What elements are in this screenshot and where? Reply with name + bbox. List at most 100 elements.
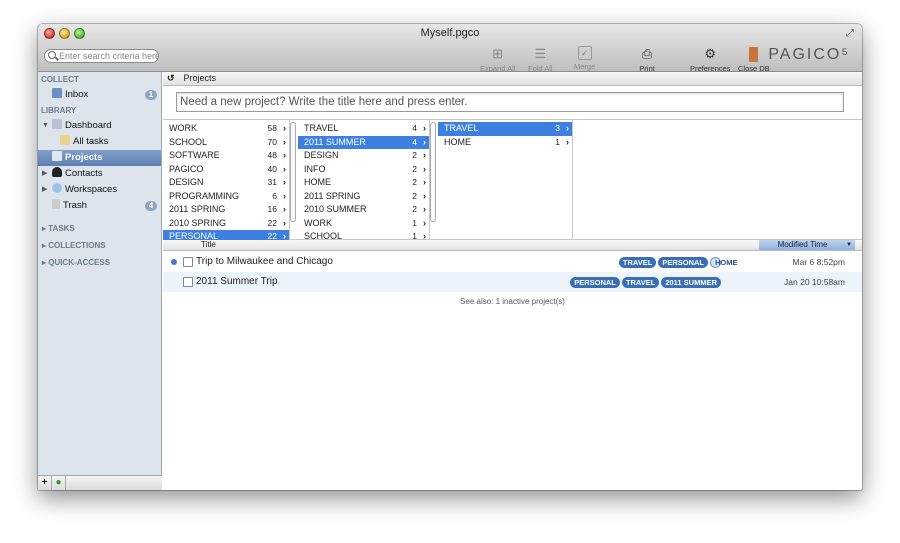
tag[interactable]: PERSONAL (658, 257, 708, 268)
new-project-input[interactable]: Need a new project? Write the title here… (176, 92, 844, 112)
inbox-badge: 1 (145, 90, 157, 100)
browser-item[interactable]: INFO 2 › (298, 163, 429, 177)
tag[interactable]: PERSONAL (570, 277, 620, 288)
app-window: Myself.pgco ⤢ Enter search criteria here… (38, 24, 862, 490)
browser-item-count: 2 (412, 150, 417, 160)
chevron-right-icon: › (423, 177, 426, 187)
add-button[interactable]: + (38, 476, 52, 490)
modified-date: Jan 20 10:58am (784, 277, 845, 287)
chevron-right-icon: › (283, 217, 286, 228)
disclosure-closed-icon[interactable]: ▶ (42, 182, 47, 198)
preferences-button[interactable]: ⚙ Preferences (690, 46, 730, 73)
merge-icon: ✓ (577, 46, 592, 60)
chevron-right-icon: › (283, 177, 286, 187)
app-logo: PAGICO⁵ (768, 46, 850, 63)
disclosure-open-icon[interactable]: ▼ (42, 118, 49, 134)
see-also-link[interactable]: See also: 1 inactive project(s) (163, 297, 862, 306)
print-button[interactable]: ⎙ Print (638, 46, 656, 73)
browser-item-count: 40 (267, 163, 277, 174)
browser-item-label: SOFTWARE (169, 150, 220, 160)
person-icon (52, 167, 62, 177)
browser-item-label: 2010 SPRING (169, 217, 227, 228)
close-db-button[interactable]: Close DB (738, 46, 770, 73)
tag[interactable]: TRAVEL (618, 257, 657, 268)
browser-item[interactable]: WORK 1 › (298, 217, 429, 231)
tag[interactable]: TRAVEL (621, 277, 660, 288)
sidebar-item-inbox[interactable]: Inbox 1 (38, 87, 161, 103)
modified-time-label: Modified Time (777, 240, 828, 249)
scrollbar[interactable] (430, 122, 436, 222)
chevron-right-icon: › (423, 217, 426, 228)
collect-header: COLLECT (41, 75, 79, 84)
sidebar-item-contacts[interactable]: ▶ Contacts (38, 166, 161, 182)
expand-all-button[interactable]: ⊞ Expand All (480, 46, 515, 73)
browser-item-label: WORK (304, 217, 332, 228)
browser-item[interactable]: SOFTWARE 48 › (163, 149, 289, 163)
search-icon (48, 51, 56, 59)
browser-item[interactable]: 2010 SPRING 22 › (163, 217, 289, 231)
breadcrumb: ↺ Projects (163, 72, 862, 86)
sidebar-item-dashboard[interactable]: ▼ Dashboard (38, 118, 161, 134)
sync-status-icon[interactable]: ● (52, 476, 66, 490)
projects-icon (52, 151, 62, 161)
browser-item[interactable]: DESIGN 2 › (298, 149, 429, 163)
browser-item[interactable]: HOME 2 › (298, 176, 429, 190)
fullscreen-icon[interactable]: ⤢ (846, 28, 856, 39)
browser-item[interactable]: SCHOOL 70 › (163, 136, 289, 150)
column-title[interactable]: Title (201, 240, 216, 250)
tag[interactable]: HOME (710, 257, 738, 268)
browser-item[interactable]: 2011 SPRING 16 › (163, 203, 289, 217)
browser-item[interactable]: 2010 SUMMER 2 › (298, 203, 429, 217)
browser-item-count: 2 (412, 163, 417, 174)
browser-item-count: 2 (412, 177, 417, 187)
search-input[interactable]: Enter search criteria here (44, 49, 159, 63)
sidebar-section-collections[interactable]: ▸ COLLECTIONS (38, 237, 161, 254)
browser-item[interactable]: TRAVEL 3 › (438, 122, 572, 136)
sidebar-item-trash[interactable]: Trash 4 (38, 198, 161, 214)
browser-item-label: PAGICO (169, 163, 204, 174)
tag[interactable]: 2011 SUMMER (661, 277, 721, 288)
back-icon[interactable]: ↺ (167, 72, 181, 85)
browser-item-label: 2011 SUMMER (304, 136, 366, 147)
tag-group: PERSONAL TRAVEL 2011 SUMMER (570, 277, 721, 288)
list-item[interactable]: 2011 Summer Trip PERSONAL TRAVEL 2011 SU… (163, 272, 862, 292)
chevron-right-icon: › (423, 204, 426, 214)
sort-desc-icon: ▼ (846, 242, 852, 248)
browser-item[interactable]: 2011 SPRING 2 › (298, 190, 429, 204)
projects-label: Projects (65, 152, 103, 163)
column-modified-time[interactable]: Modified Time ▼ (759, 240, 855, 250)
browser-item-count: 70 (267, 136, 277, 147)
checklist-icon (60, 135, 70, 145)
status-dot-icon (171, 259, 177, 265)
browser-item-label: SCHOOL (169, 136, 208, 147)
list-item[interactable]: Trip to Milwaukee and Chicago TRAVEL PER… (163, 252, 862, 272)
gear-icon: ⚙ (704, 46, 717, 61)
window-title: Myself.pgco (420, 27, 480, 39)
browser-item[interactable]: 2011 SUMMER 4 › (298, 135, 429, 149)
browser-item[interactable]: PROGRAMMING 6 › (163, 190, 289, 204)
merge-button[interactable]: ✓ Merge (574, 46, 595, 71)
inbox-icon (52, 88, 62, 98)
browser-item[interactable]: WORK 58 › (163, 122, 289, 136)
dashboard-label: Dashboard (65, 120, 112, 131)
browser-item[interactable]: TRAVEL 4 › (298, 122, 429, 136)
sidebar-item-workspaces[interactable]: ▶ Workspaces (38, 182, 161, 198)
printer-icon: ⎙ (641, 46, 653, 61)
sidebar-section-tasks[interactable]: ▸ TASKS (38, 220, 161, 237)
browser-item[interactable]: DESIGN 31 › (163, 176, 289, 190)
sidebar-section-quick-access[interactable]: ▸ QUICK-ACCESS (38, 254, 161, 271)
door-icon (745, 46, 763, 62)
search-placeholder: Enter search criteria here (59, 51, 159, 61)
sidebar-item-projects[interactable]: Projects (38, 150, 161, 166)
browser-item-count: 31 (267, 177, 277, 187)
browser-item-label: DESIGN (169, 177, 204, 187)
chevron-right-icon: › (423, 150, 426, 160)
browser-item[interactable]: PAGICO 40 › (163, 163, 289, 177)
chevron-right-icon: › (283, 190, 286, 201)
chevron-right-icon: › (423, 136, 426, 147)
sidebar-item-all-tasks[interactable]: All tasks (38, 134, 161, 150)
fold-all-button[interactable]: ☰ Fold All (528, 46, 553, 73)
browser-item[interactable]: HOME 1 › (438, 136, 572, 150)
scrollbar[interactable] (290, 122, 296, 222)
disclosure-closed-icon[interactable]: ▶ (42, 166, 47, 182)
